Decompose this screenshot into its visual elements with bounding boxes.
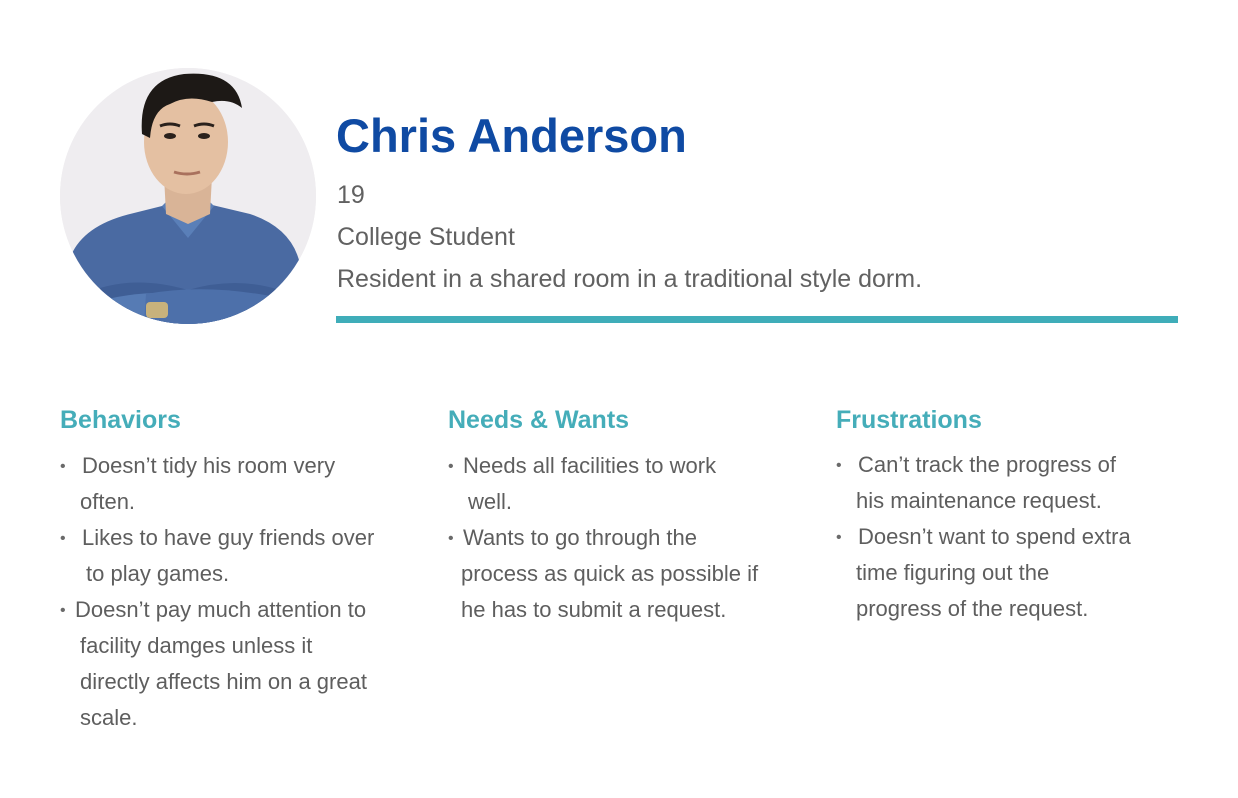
bullet-icon: • [60, 530, 66, 547]
behaviors-line: directly affects him on a great [80, 669, 367, 694]
bullet-icon: • [448, 458, 454, 475]
bullet-icon: • [836, 529, 842, 546]
persona-age: 19 [337, 181, 365, 209]
bullet-icon: • [60, 458, 66, 475]
header-divider [336, 316, 1178, 323]
persona-residence: Resident in a shared room in a tradition… [337, 265, 923, 293]
needs-title: Needs & Wants [448, 406, 630, 434]
behaviors-line: Likes to have guy friends over [82, 525, 375, 550]
avatar [60, 68, 316, 324]
behaviors-line: often. [80, 489, 136, 514]
frustrations-line: Can’t track the progress of [858, 452, 1117, 477]
frustrations-line: time figuring out the [856, 560, 1050, 585]
behaviors-line: Doesn’t tidy his room very [82, 453, 336, 478]
behaviors-title: Behaviors [60, 406, 181, 434]
frustrations-line: Doesn’t want to spend extra [858, 524, 1131, 549]
needs-line: Needs all facilities to work [463, 453, 717, 478]
frustrations-line: progress of the request. [856, 596, 1089, 621]
persona-name: Chris Anderson [336, 109, 687, 162]
bullet-icon: • [836, 457, 842, 474]
persona-occupation: College Student [337, 223, 515, 251]
needs-line: Wants to go through the [463, 525, 697, 550]
behaviors-line: Doesn’t pay much attention to [75, 597, 367, 622]
frustrations-title: Frustrations [836, 406, 982, 434]
bullet-icon: • [448, 530, 454, 547]
behaviors-line: facility damges unless it [80, 633, 313, 658]
frustrations-line: his maintenance request. [856, 488, 1102, 513]
behaviors-line: to play games. [86, 561, 230, 586]
behaviors-line: scale. [80, 705, 138, 730]
bullet-icon: • [60, 602, 66, 619]
needs-line: process as quick as possible if [461, 561, 759, 586]
needs-line: well. [468, 489, 513, 514]
needs-line: he has to submit a request. [461, 597, 727, 622]
